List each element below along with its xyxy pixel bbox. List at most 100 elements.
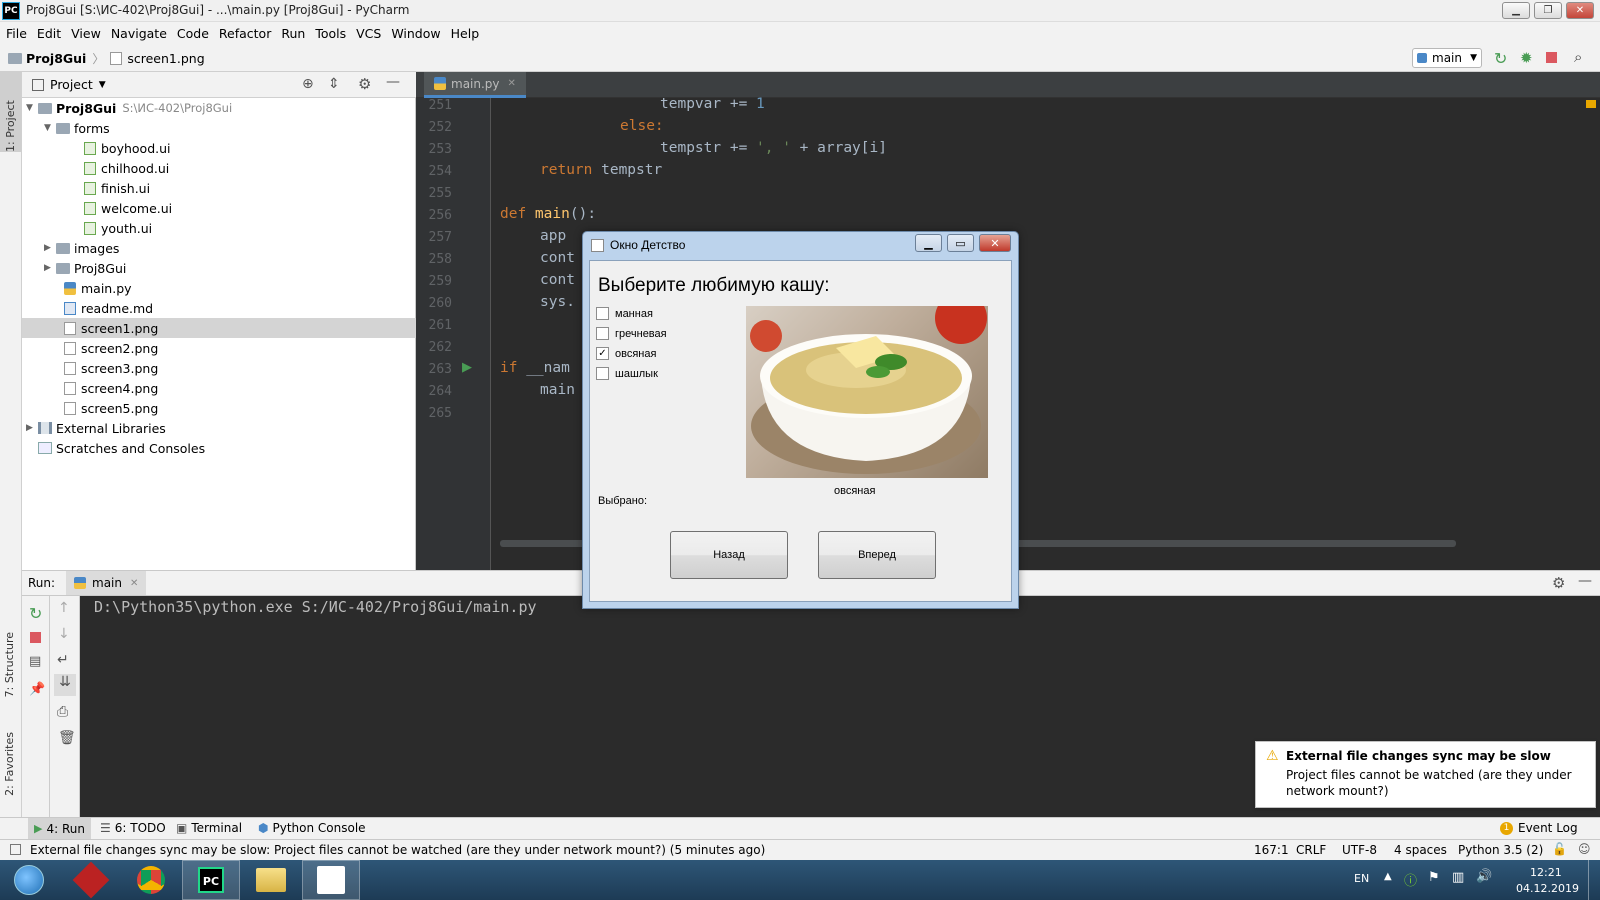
tree-row-file[interactable]: main.py	[22, 278, 416, 298]
tree-row-file[interactable]: screen2.png	[22, 338, 416, 358]
stop-icon[interactable]	[30, 632, 41, 643]
project-panel-title[interactable]: Project	[50, 77, 93, 92]
structure-tool-tab[interactable]: 7: Structure	[3, 632, 16, 697]
tree-row-file[interactable]: chilhood.ui	[22, 158, 416, 178]
python-console-tool-button[interactable]: ⬢ Python Console	[258, 821, 366, 835]
menu-navigate[interactable]: Navigate	[111, 26, 167, 41]
stop-icon[interactable]	[1546, 52, 1557, 63]
print-icon[interactable]: ⎙	[57, 704, 68, 720]
tree-row-root[interactable]: ▼ Proj8Gui S:\ИС-402\Proj8Gui	[22, 98, 416, 118]
tree-row-file[interactable]: youth.ui	[22, 218, 416, 238]
restore-layout-icon[interactable]: ▤	[29, 654, 41, 669]
interpreter[interactable]: Python 3.5 (2)	[1458, 843, 1543, 857]
maximize-button[interactable]: ❐	[1534, 2, 1562, 19]
volume-icon[interactable]: 🔊	[1476, 869, 1492, 884]
tree-row-images[interactable]: ▶ images	[22, 238, 416, 258]
flag-icon[interactable]: ⚑	[1428, 870, 1440, 885]
search-icon[interactable]: ⌕	[1574, 48, 1582, 66]
checkbox-option[interactable]: ✓ овсяная	[596, 347, 656, 360]
status-toggle-icon[interactable]	[10, 844, 21, 855]
debug-icon[interactable]: ✹	[1520, 49, 1533, 67]
checkbox[interactable]	[596, 327, 609, 340]
run-config-select[interactable]: main ▼	[1412, 48, 1482, 68]
close-icon[interactable]: ✕	[508, 78, 516, 89]
todo-tool-button[interactable]: ☰ 6: TODO	[100, 821, 166, 835]
menu-tools[interactable]: Tools	[315, 26, 346, 41]
run-tab-main[interactable]: main ✕	[66, 571, 147, 595]
soft-wrap-icon[interactable]: ↵	[57, 652, 69, 668]
start-button[interactable]	[0, 860, 58, 900]
tree-row-file[interactable]: screen4.png	[22, 378, 416, 398]
checkbox-option[interactable]: шашлык	[596, 367, 658, 380]
tray-expand-icon[interactable]: ▲	[1384, 871, 1392, 882]
notification-balloon[interactable]: ⚠ External file changes sync may be slow…	[1255, 741, 1596, 808]
file-encoding[interactable]: UTF-8	[1342, 843, 1377, 857]
tree-row-file[interactable]: readme.md	[22, 298, 416, 318]
tree-row-file[interactable]: screen3.png	[22, 358, 416, 378]
minimize-button[interactable]: ▁	[1502, 2, 1530, 19]
trash-icon[interactable]: 🗑	[58, 730, 76, 746]
gear-icon[interactable]: ⚙	[1552, 574, 1565, 592]
language-indicator[interactable]: EN	[1354, 872, 1369, 885]
tree-row-file[interactable]: boyhood.ui	[22, 138, 416, 158]
close-icon[interactable]: ✕	[130, 578, 138, 589]
scroll-to-end-icon[interactable]: ⇊	[54, 674, 76, 696]
tree-row-scratches[interactable]: Scratches and Consoles	[22, 438, 416, 458]
favorites-tool-tab[interactable]: 2: Favorites	[3, 732, 16, 796]
menu-window[interactable]: Window	[391, 26, 440, 41]
taskbar-app-1[interactable]	[62, 860, 120, 900]
checkbox-checked[interactable]: ✓	[596, 347, 609, 360]
dialog-close-button[interactable]: ✕	[979, 234, 1011, 252]
close-button[interactable]: ✕	[1566, 2, 1594, 19]
line-separator[interactable]: CRLF	[1296, 843, 1326, 857]
dialog-maximize-button[interactable]: ▭	[947, 234, 974, 252]
run-tool-button[interactable]: ▶ 4: Run	[28, 818, 91, 839]
lock-icon[interactable]: 🔓	[1552, 842, 1567, 856]
dialog-minimize-button[interactable]: ▁	[915, 234, 942, 252]
rerun-icon[interactable]: ↻	[1494, 49, 1507, 68]
checkbox-option[interactable]: манная	[596, 307, 653, 320]
gear-icon[interactable]: ⚙	[358, 75, 371, 93]
down-arrow-icon[interactable]: ↓	[58, 626, 70, 642]
locate-icon[interactable]: ⊕	[302, 76, 314, 92]
hide-panel-icon[interactable]: —	[386, 74, 400, 90]
editor-tab-main-py[interactable]: main.py ✕	[424, 72, 526, 98]
taskbar-pycharm[interactable]: PC	[182, 860, 240, 900]
status-message[interactable]: External file changes sync may be slow: …	[30, 843, 765, 857]
project-tool-tab[interactable]: 1: Project	[4, 78, 17, 152]
checkbox-option[interactable]: гречневая	[596, 327, 667, 340]
tree-row-proj8gui[interactable]: ▶ Proj8Gui	[22, 258, 416, 278]
menu-run[interactable]: Run	[281, 26, 305, 41]
rerun-icon[interactable]: ↻	[29, 604, 42, 623]
tree-row-file[interactable]: screen5.png	[22, 398, 416, 418]
clock-date[interactable]: 04.12.2019	[1516, 882, 1579, 895]
taskbar-python-app[interactable]	[302, 860, 360, 900]
menu-view[interactable]: View	[71, 26, 101, 41]
taskbar-chrome[interactable]	[122, 860, 180, 900]
breadcrumb-project[interactable]: Proj8Gui	[26, 51, 86, 66]
hide-panel-icon[interactable]: —	[1578, 573, 1592, 589]
event-log-tool-button[interactable]: 1 Event Log	[1500, 821, 1578, 835]
inspection-status-icon[interactable]	[1586, 100, 1596, 108]
menu-refactor[interactable]: Refactor	[219, 26, 271, 41]
caret-position[interactable]: 167:1	[1254, 843, 1289, 857]
menu-edit[interactable]: Edit	[37, 26, 61, 41]
clock-time[interactable]: 12:21	[1530, 866, 1562, 879]
tree-row-file[interactable]: welcome.ui	[22, 198, 416, 218]
checkbox[interactable]	[596, 367, 609, 380]
terminal-tool-button[interactable]: ▣ Terminal	[176, 821, 242, 835]
menu-help[interactable]: Help	[451, 26, 480, 41]
menu-vcs[interactable]: VCS	[356, 26, 381, 41]
tree-row-file[interactable]: finish.ui	[22, 178, 416, 198]
forward-button[interactable]: Вперед	[818, 531, 936, 579]
tree-row-file-selected[interactable]: screen1.png	[22, 318, 416, 338]
up-arrow-icon[interactable]: ↑	[58, 600, 70, 616]
inspector-icon[interactable]: ☺	[1578, 842, 1591, 856]
back-button[interactable]: Назад	[670, 531, 788, 579]
menu-code[interactable]: Code	[177, 26, 209, 41]
network-icon[interactable]: ▥	[1452, 870, 1464, 885]
breadcrumb-file[interactable]: screen1.png	[127, 51, 204, 66]
pin-icon[interactable]: 📌	[29, 682, 45, 697]
indent-setting[interactable]: 4 spaces	[1394, 843, 1447, 857]
tray-info-icon[interactable]: ⓘ	[1404, 870, 1417, 889]
